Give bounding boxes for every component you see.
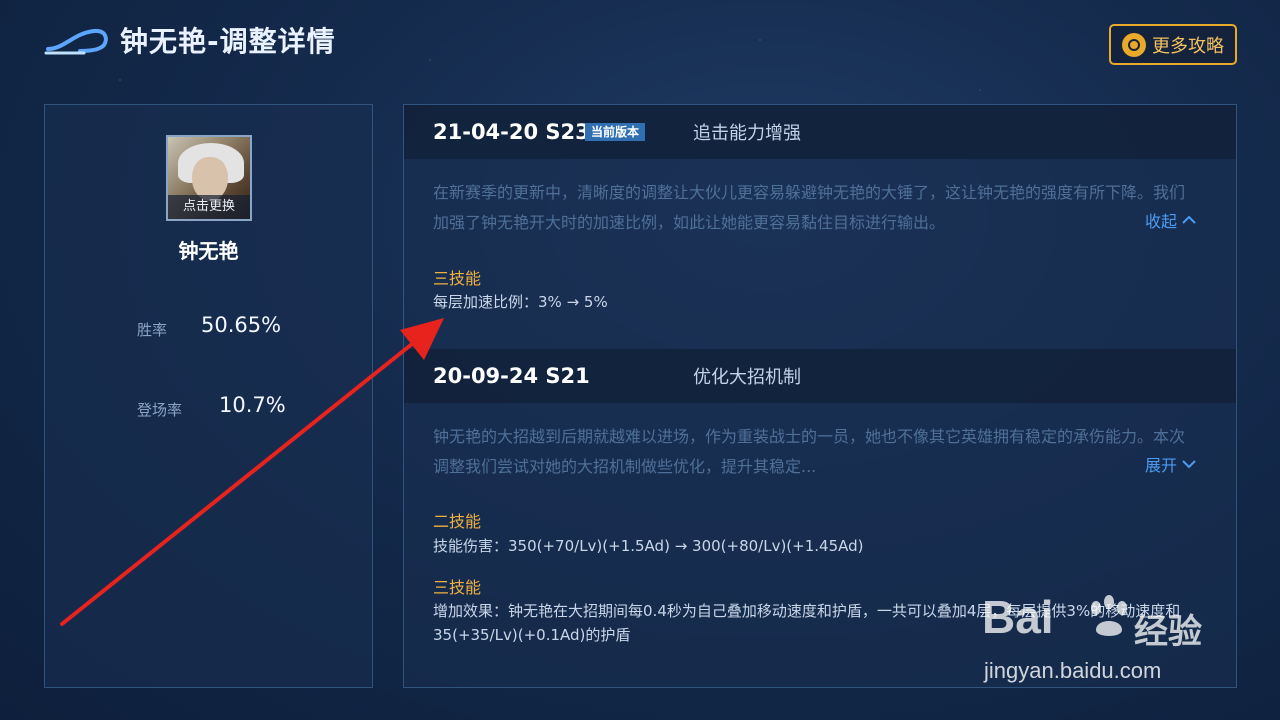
watermark-url: jingyan.baidu.com — [984, 658, 1162, 683]
avatar-change-caption: 点击更换 — [168, 195, 250, 219]
collapse-label: 收起 — [1145, 212, 1178, 231]
win-rate-value: 50.65% — [201, 313, 282, 337]
skill-title: 三技能 — [433, 269, 482, 288]
hero-summary-panel: 点击更换 钟无艳 胜率 50.65% 登场率 10.7% — [44, 104, 373, 688]
pick-rate-label: 登场率 — [137, 401, 183, 419]
version-description: 钟无艳的大招越到后期就越难以进场，作为重装战士的一员，她也不像其它英雄拥有稳定的… — [433, 427, 1186, 476]
current-version-badge: 当前版本 — [585, 123, 646, 141]
win-rate-label: 胜率 — [137, 321, 168, 339]
paw-logo-icon — [1091, 595, 1127, 636]
collapse-toggle[interactable]: 收起 — [1145, 208, 1197, 232]
page-header: 钟无艳-调整详情 — [44, 20, 336, 60]
skill-change: 每层加速比例：3% → 5% — [433, 293, 608, 311]
guide-icon — [1122, 32, 1146, 57]
version-date: 20-09-24 S21 — [433, 364, 590, 388]
skill-title: 三技能 — [433, 578, 482, 597]
watermark-brand: Bai — [982, 591, 1054, 643]
chevron-down-icon — [1182, 460, 1196, 469]
pick-rate-value: 10.7% — [219, 393, 286, 417]
version-header: 20-09-24 S21 优化大招机制 — [404, 349, 1236, 403]
expand-toggle[interactable]: 展开 — [1145, 452, 1197, 476]
version-date: 21-04-20 S23 — [433, 120, 590, 144]
hero-name: 钟无艳 — [178, 239, 239, 263]
skill-title: 二技能 — [433, 512, 482, 531]
expand-label: 展开 — [1145, 456, 1178, 475]
page-title: 钟无艳-调整详情 — [120, 25, 336, 58]
version-title: 优化大招机制 — [693, 367, 801, 388]
more-guides-button[interactable]: 更多攻略 — [1109, 24, 1237, 65]
watermark-brand-cn: 经验 — [1134, 612, 1202, 652]
baidu-jingyan-watermark: Bai 经验 jingyan.baidu.com — [982, 590, 1222, 690]
skill-change: 技能伤害：350(+70/Lv)(+1.5Ad) → 300(+80/Lv)(+… — [433, 537, 864, 555]
hero-avatar[interactable]: 点击更换 — [166, 135, 252, 221]
version-title: 追击能力增强 — [693, 123, 801, 144]
back-swoosh-icon[interactable] — [44, 23, 110, 57]
chevron-up-icon — [1182, 215, 1196, 224]
more-guides-label: 更多攻略 — [1152, 35, 1224, 57]
version-header: 21-04-20 S23 当前版本 追击能力增强 — [404, 105, 1236, 159]
version-description: 在新赛季的更新中，清晰度的调整让大伙儿更容易躲避钟无艳的大锤了，这让钟无艳的强度… — [433, 183, 1186, 232]
